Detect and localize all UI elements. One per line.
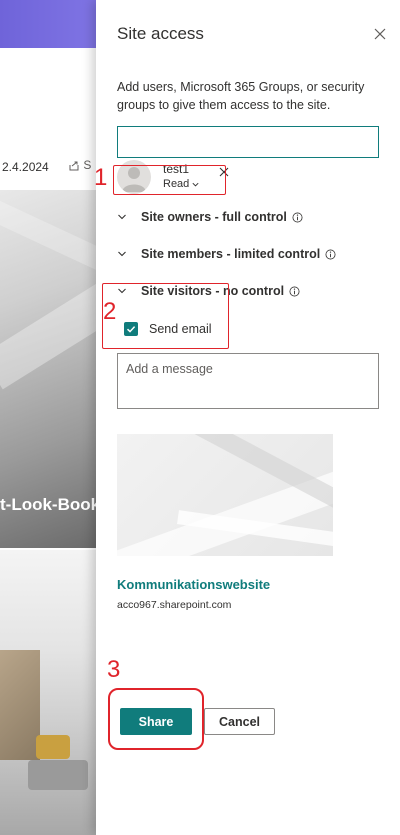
annotation-number-2: 2 [103,298,117,325]
panel-title: Site access [117,24,204,43]
chevron-down-icon [118,251,126,257]
people-picker-input[interactable] [117,126,379,158]
group-label: Site members - limited control [141,247,321,261]
close-icon [374,28,386,40]
site-name-link[interactable]: Kommunikationswebsite [117,577,270,592]
page-share-label: S [83,158,92,172]
group-label: Site owners - full control [141,210,287,224]
hero-title: t-Look-Book [0,495,96,514]
share-icon [69,161,79,171]
annotation-box-1 [113,165,226,195]
page-date: 2.4.2024 [2,160,49,174]
annotation-box-2 [102,283,229,349]
page-share-link[interactable]: S [68,158,91,172]
group-site-owners[interactable]: Site owners - full control [117,208,377,226]
chevron-down-icon [118,214,126,220]
annotation-box-3 [108,688,204,750]
message-input[interactable] [117,353,379,409]
annotation-number-1: 1 [94,164,108,191]
suite-header-bar [0,0,96,48]
info-icon[interactable] [292,212,303,223]
group-site-members[interactable]: Site members - limited control [117,245,377,263]
background-page: 2.4.2024 S t-Look-Book [0,0,96,835]
close-button[interactable] [372,26,388,42]
site-url: acco967.sharepoint.com [117,599,232,611]
content-photo [0,550,96,835]
info-icon[interactable] [289,286,300,297]
annotation-number-3: 3 [107,656,121,683]
info-icon[interactable] [325,249,336,260]
site-thumbnail [117,434,333,556]
cancel-button[interactable]: Cancel [204,708,275,735]
hero-image: t-Look-Book [0,190,96,548]
panel-description: Add users, Microsoft 365 Groups, or secu… [117,80,365,112]
